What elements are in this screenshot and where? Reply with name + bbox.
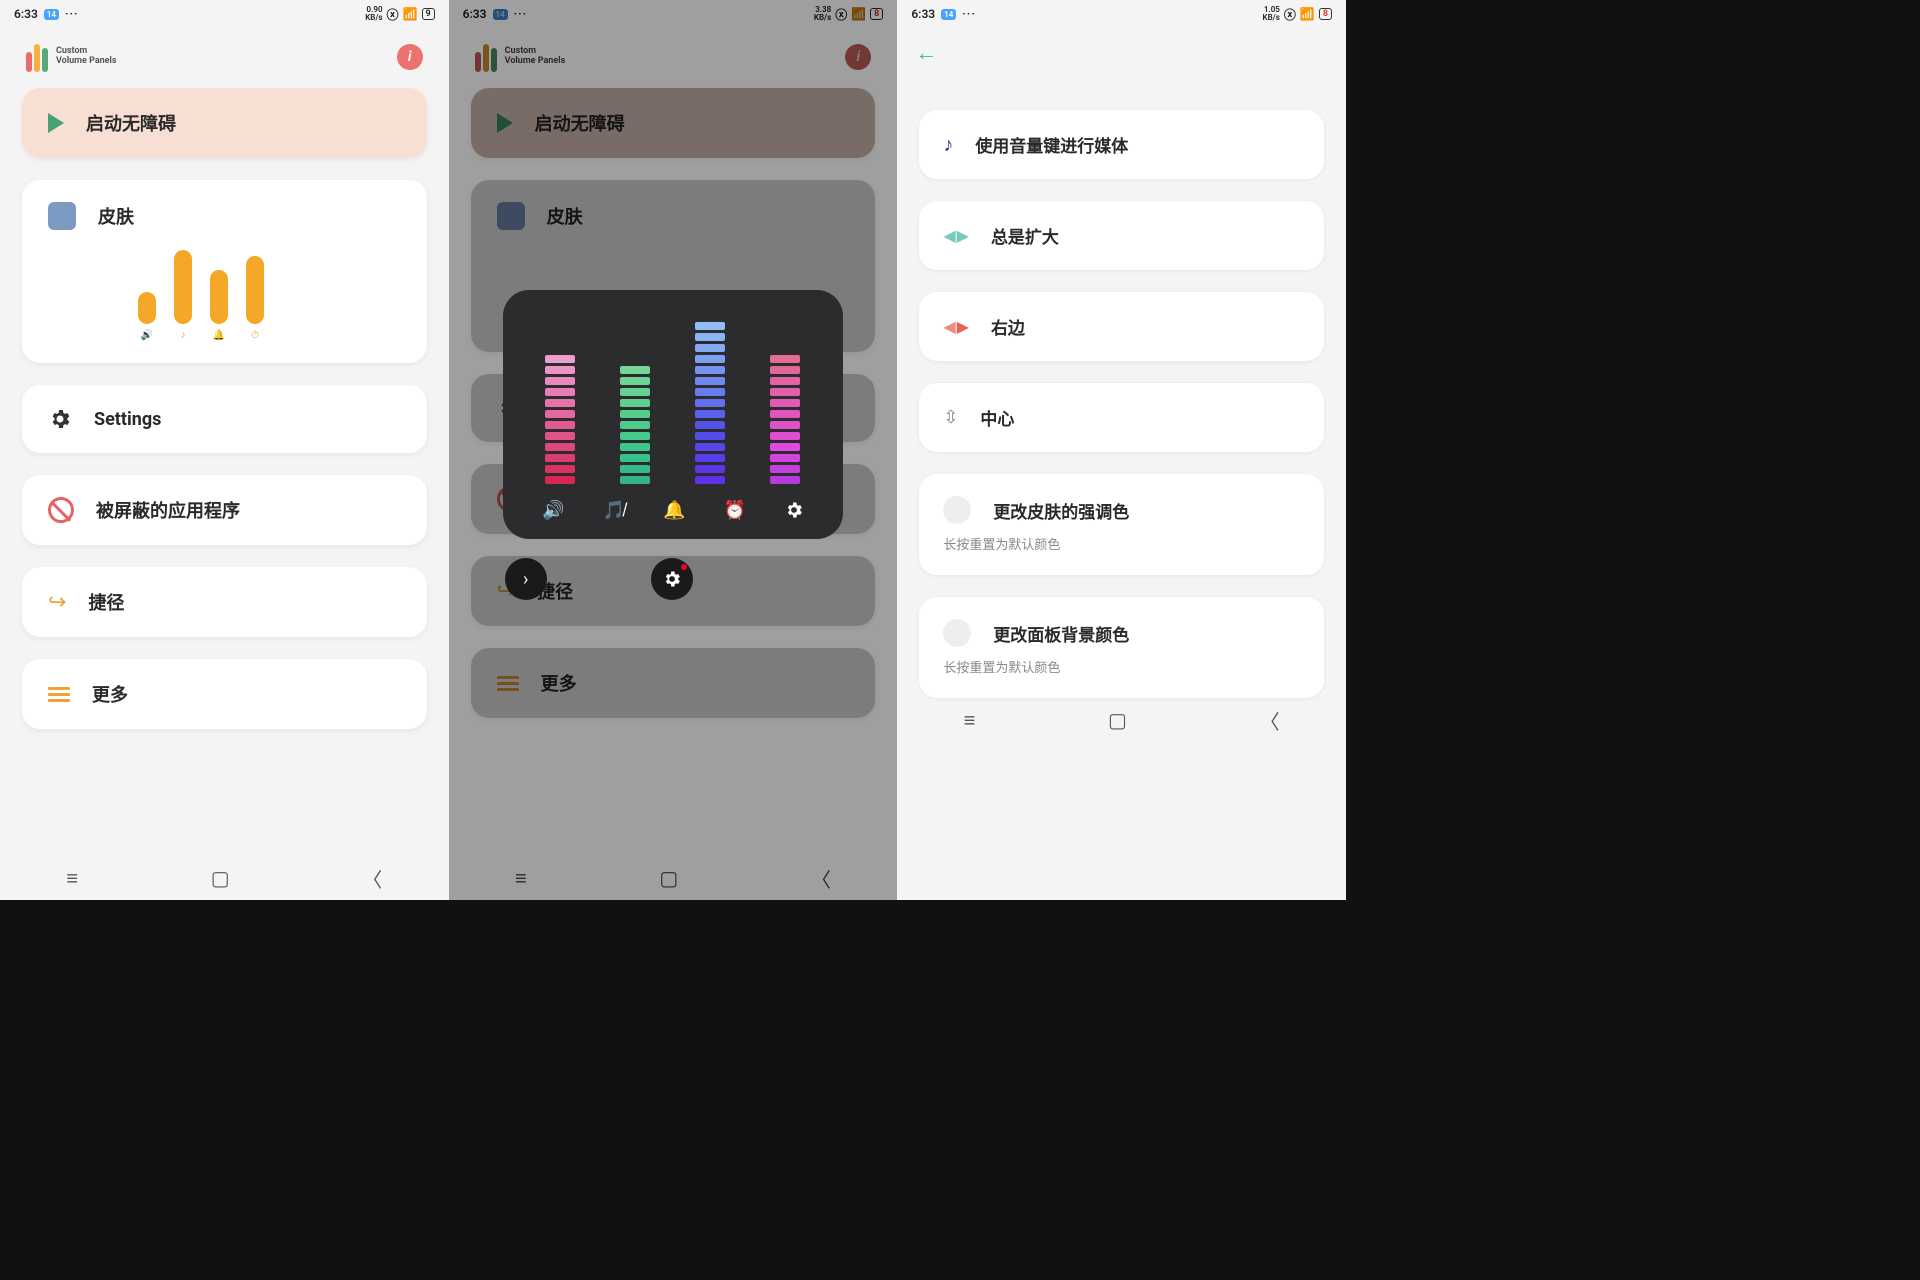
status-bar: 6:33 14 ··· 0.90 KB/s ⓧ 📶 9 (0, 0, 449, 28)
skin-card[interactable]: 皮肤 🔊 ♪ 🔔 ⏱ (22, 180, 427, 363)
status-bar: 6:33 14 ··· 1.05 KB/s ⓧ 📶 8 (897, 0, 1346, 28)
expand-button[interactable]: › (505, 558, 547, 600)
screen-settings-detail: 6:33 14 ··· 1.05 KB/s ⓧ 📶 8 ← ♪ 使用音量键进行媒… (897, 0, 1346, 900)
nav-bar: ≡ ▢ 〈 (897, 698, 1346, 742)
blocked-card[interactable]: 被屏蔽的应用程序 (22, 475, 427, 545)
accent-subtitle: 长按重置为默认颜色 (943, 534, 1300, 553)
clock: 6:33 (911, 7, 935, 21)
status-dots: ··· (65, 7, 79, 21)
volume-slider-notif[interactable] (695, 322, 725, 484)
gear-icon (48, 407, 72, 431)
wifi-icon: 📶 (1300, 7, 1315, 21)
volkey-media-card[interactable]: ♪ 使用音量键进行媒体 (919, 110, 1324, 179)
skin-label: 皮肤 (98, 203, 134, 229)
app-header: CustomVolume Panels i (0, 28, 449, 78)
app-logo: CustomVolume Panels (26, 42, 117, 72)
nosim-icon: ⓧ (1284, 6, 1296, 23)
accessibility-label: 启动无障碍 (86, 110, 176, 136)
battery-icon: 9 (422, 8, 435, 20)
bg-subtitle: 长按重置为默认颜色 (943, 657, 1300, 676)
color-swatch-icon (943, 619, 971, 647)
settings-icon[interactable] (784, 500, 804, 525)
expand-icon: ◀▶ (943, 226, 969, 245)
position-center-card[interactable]: ⇳ 中心 (919, 383, 1324, 452)
shortcut-icon: ↪ (48, 590, 66, 615)
more-card[interactable]: 更多 (22, 659, 427, 729)
right-icon: ◀▶ (943, 317, 969, 336)
nav-home-icon[interactable]: ▢ (1108, 708, 1127, 732)
accessibility-card[interactable]: 启动无障碍 (22, 88, 427, 158)
nav-recents-icon[interactable]: ≡ (964, 708, 976, 733)
play-icon (48, 113, 64, 133)
volume-panel: 🔊 🎵̸ 🔔 ⏰ (503, 290, 843, 539)
settings-card[interactable]: Settings (22, 385, 427, 453)
wifi-icon: 📶 (403, 7, 418, 21)
center-icon: ⇳ (943, 407, 958, 428)
nosim-icon: ⓧ (387, 6, 399, 23)
position-right-card[interactable]: ◀▶ 右边 (919, 292, 1324, 361)
always-expand-card[interactable]: ◀▶ 总是扩大 (919, 201, 1324, 270)
clock: 6:33 (14, 7, 38, 21)
speaker-icon[interactable]: 🔊 (542, 500, 564, 525)
screen-home: 6:33 14 ··· 0.90 KB/s ⓧ 📶 9 CustomVolume… (0, 0, 449, 900)
alarm-icon[interactable]: ⏰ (723, 500, 745, 525)
settings-label: Settings (94, 409, 161, 430)
accent-color-card[interactable]: 更改皮肤的强调色 长按重置为默认颜色 (919, 474, 1324, 575)
battery-icon: 8 (1319, 8, 1332, 20)
shortcut-label: 捷径 (88, 589, 124, 615)
more-icon (48, 687, 70, 702)
panel-settings-button[interactable] (651, 558, 693, 600)
nav-back-icon[interactable]: 〈 (362, 864, 382, 893)
nav-bar: ≡ ▢ 〈 (0, 856, 449, 900)
back-button[interactable]: ← (897, 28, 1346, 78)
volume-slider-ring[interactable] (545, 355, 575, 484)
more-label: 更多 (92, 681, 128, 707)
notif-dot-icon (681, 564, 687, 570)
nav-back-icon[interactable]: 〈 (1260, 706, 1280, 735)
screen-volume-panel: 6:33 14 ··· 3.38 KB/s ⓧ 📶 8 CustomVolume… (449, 0, 898, 900)
notif-badge: 14 (44, 9, 59, 20)
volume-slider-media[interactable] (620, 366, 650, 484)
nav-recents-icon[interactable]: ≡ (66, 866, 78, 891)
net-speed: 0.90 KB/s (365, 6, 382, 22)
nav-home-icon[interactable]: ▢ (211, 866, 230, 890)
ban-icon (48, 497, 74, 523)
bell-icon[interactable]: 🔔 (663, 500, 685, 525)
blocked-label: 被屏蔽的应用程序 (96, 497, 240, 523)
settings-list: ♪ 使用音量键进行媒体 ◀▶ 总是扩大 ◀▶ 右边 ⇳ 中心 更改皮肤的强调色 … (897, 78, 1346, 698)
shortcut-card[interactable]: ↪ 捷径 (22, 567, 427, 637)
color-swatch-icon (943, 496, 971, 524)
main-content: 启动无障碍 皮肤 🔊 ♪ 🔔 ⏱ Settings (0, 78, 449, 856)
skin-preview: 🔊 ♪ 🔔 ⏱ (138, 250, 401, 341)
info-button[interactable]: i (397, 44, 423, 70)
volume-slider-alarm[interactable] (770, 355, 800, 484)
mute-icon[interactable]: 🎵̸ (603, 500, 625, 525)
bg-color-card[interactable]: 更改面板背景颜色 长按重置为默认颜色 (919, 597, 1324, 698)
skin-swatch-icon (48, 202, 76, 230)
note-icon: ♪ (943, 132, 953, 157)
